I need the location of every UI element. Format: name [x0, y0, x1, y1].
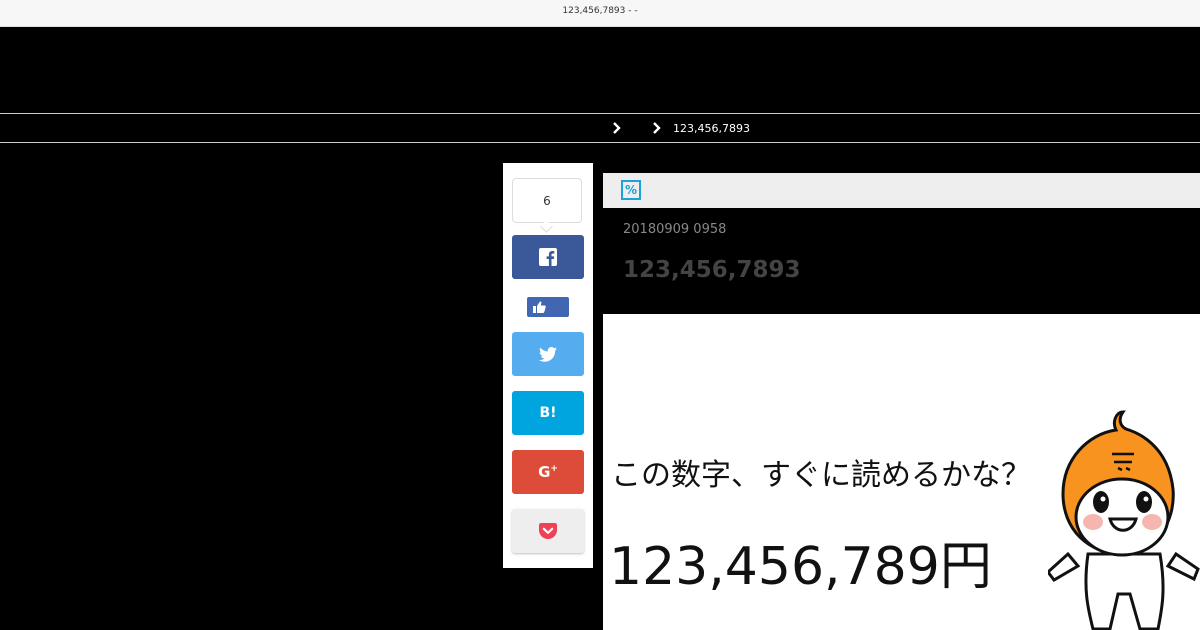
twitter-share-button[interactable] — [512, 332, 584, 376]
facebook-share-button[interactable] — [512, 235, 584, 279]
share-count: 6 — [512, 178, 582, 223]
facebook-like-button[interactable] — [527, 297, 569, 317]
site-header — [0, 27, 1200, 113]
share-sidebar: 6 B! G+ — [503, 163, 593, 568]
hatena-bookmark-label: B! — [539, 405, 557, 421]
category-percent-icon[interactable]: % — [621, 180, 641, 200]
page-title: 123,456,7893 — [623, 257, 801, 283]
googleplus-label: G+ — [538, 463, 558, 481]
breadcrumb-current: 123,456,7893 — [651, 114, 750, 142]
eyecatch-number: 123,456,789円 — [609, 537, 992, 597]
browser-title-bar: 123,456,7893 - - — [0, 0, 1200, 27]
chevron-right-icon — [653, 122, 661, 134]
googleplus-share-button[interactable]: G+ — [512, 450, 584, 494]
pocket-save-button[interactable] — [512, 509, 584, 553]
window-title: 123,456,7893 - - — [562, 6, 638, 16]
breadcrumb-current-label: 123,456,7893 — [673, 121, 750, 135]
googleplus-plus: + — [550, 464, 558, 474]
hatena-bookmark-button[interactable]: B! — [512, 391, 584, 435]
googleplus-letter: G — [538, 463, 551, 481]
chevron-right-icon — [613, 122, 621, 134]
breadcrumb-home-separator[interactable] — [611, 114, 623, 142]
thumbs-up-icon — [533, 301, 546, 313]
pocket-icon — [539, 523, 557, 539]
facebook-icon — [539, 248, 557, 266]
post-date: 20180909 0958 — [623, 222, 727, 237]
twitter-icon — [539, 346, 557, 362]
category-bar: % — [603, 173, 1200, 208]
eyecatch-image: この数字、すぐに読めるかな？ 123,456,789円 — [603, 314, 1200, 630]
mascot-character-illustration — [1048, 410, 1200, 630]
eyecatch-question: この数字、すぐに読めるかな？ — [611, 458, 1031, 493]
breadcrumb: 123,456,7893 — [0, 113, 1200, 143]
